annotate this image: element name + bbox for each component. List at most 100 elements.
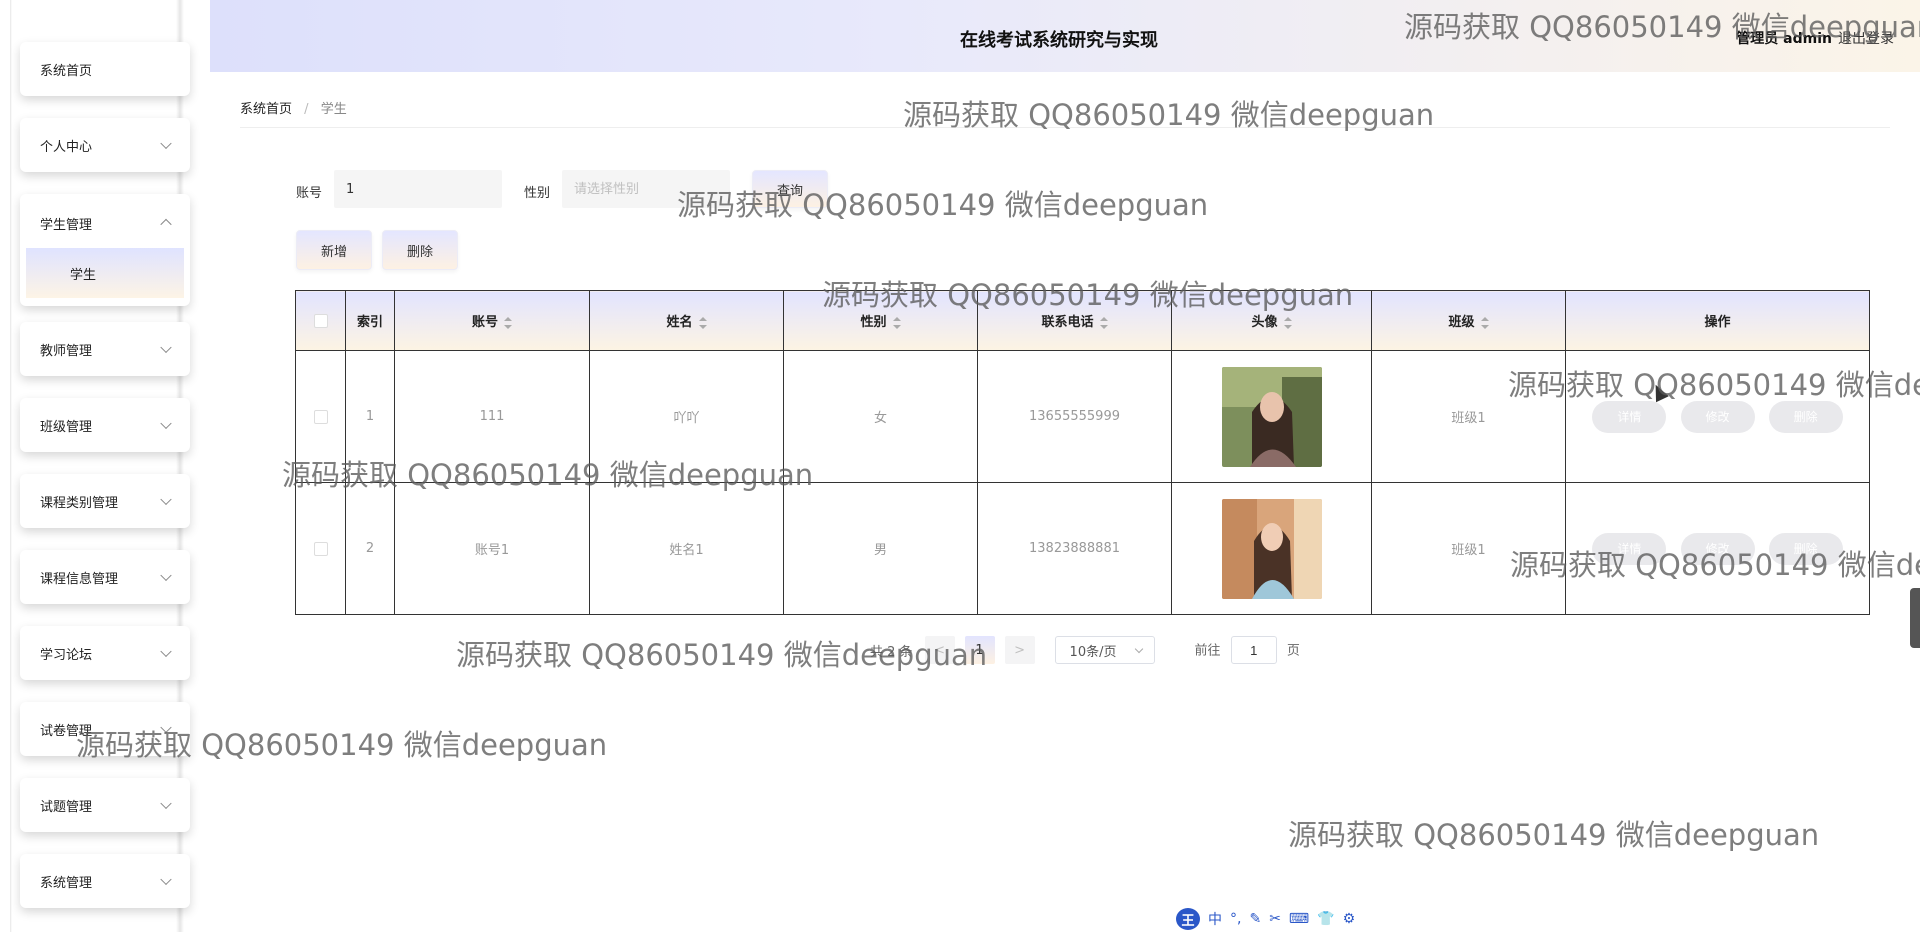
cell-ops: 详情 修改 删除	[1565, 350, 1870, 483]
account-search-input[interactable]	[334, 170, 502, 208]
students-table: 索引 账号 姓名 性别 联系电话 头像 班级 操作 1 111 吖吖 女 136…	[295, 290, 1870, 615]
breadcrumb-home[interactable]: 系统首页	[240, 102, 292, 117]
header-label: 头像	[1251, 315, 1278, 330]
column-header-class[interactable]: 班级	[1371, 290, 1566, 351]
sidebar-item-label: 试题管理	[40, 799, 93, 815]
table-row: 1 111 吖吖 女 13655555999 班级1 详情 修改 删除	[295, 350, 1870, 483]
row-delete-button[interactable]: 删除	[1768, 400, 1843, 433]
sidebar: 系统首页 个人中心 学生管理 学生 教师管理 班级管理 课程类别管理 课程信息管…	[0, 0, 210, 932]
sidebar-item-forum[interactable]: 学习论坛	[20, 626, 190, 680]
sort-icon[interactable]	[1480, 316, 1489, 329]
cell-gender: 女	[783, 350, 978, 483]
prev-page-button[interactable]: <	[924, 636, 955, 664]
goto-page-input[interactable]	[1230, 636, 1277, 664]
row-checkbox[interactable]	[313, 409, 328, 424]
chevron-down-icon	[160, 797, 172, 810]
sidebar-item-label: 教师管理	[40, 343, 93, 359]
sort-icon[interactable]	[1283, 316, 1292, 329]
avatar[interactable]	[1221, 498, 1322, 599]
ime-scissors-icon[interactable]: ✂	[1269, 911, 1281, 927]
sidebar-item-system-management[interactable]: 系统管理	[20, 854, 190, 908]
chevron-down-icon	[160, 417, 172, 430]
goto-suffix: 页	[1286, 643, 1300, 659]
sidebar-item-label: 班级管理	[40, 419, 93, 435]
column-header-index: 索引	[345, 290, 395, 351]
account-label: 账号	[296, 186, 323, 201]
sidebar-item-course-category-management[interactable]: 课程类别管理	[20, 474, 190, 528]
ime-logo-icon[interactable]: 王	[1176, 908, 1200, 930]
cell-class: 班级1	[1371, 350, 1566, 483]
column-header-account[interactable]: 账号	[394, 290, 590, 351]
goto-page: 前往 页	[1195, 636, 1300, 664]
cell-phone: 13655555999	[977, 350, 1172, 483]
select-all-cell	[295, 290, 346, 351]
page-size-select[interactable]: 10条/页	[1054, 636, 1155, 664]
sidebar-item-course-info-management[interactable]: 课程信息管理	[20, 550, 190, 604]
avatar-photo-icon	[1221, 366, 1322, 467]
header-label: 操作	[1704, 315, 1731, 330]
header-label: 联系电话	[1041, 315, 1094, 330]
cell-name: 吖吖	[589, 350, 784, 483]
ime-mode-icon[interactable]: 中	[1208, 909, 1222, 929]
chevron-down-icon	[160, 721, 172, 734]
header-label: 性别	[860, 315, 887, 330]
sidebar-item-label: 学习论坛	[40, 647, 93, 663]
breadcrumb: 系统首页 / 学生	[240, 98, 1890, 128]
chevron-down-icon	[160, 645, 172, 658]
watermark: 源码获取 QQ86050149 微信deepguan	[1288, 818, 1820, 852]
detail-button[interactable]: 详情	[1592, 532, 1667, 565]
edit-button[interactable]: 修改	[1680, 532, 1755, 565]
add-button[interactable]: 新增	[296, 230, 372, 270]
detail-button[interactable]: 详情	[1592, 400, 1667, 433]
sidebar-item-label: 试卷管理	[40, 723, 93, 739]
side-drawer-handle[interactable]	[1910, 588, 1920, 648]
avatar[interactable]	[1221, 366, 1322, 467]
column-header-avatar[interactable]: 头像	[1171, 290, 1372, 351]
edit-button[interactable]: 修改	[1680, 400, 1755, 433]
sidebar-item-question-management[interactable]: 试题管理	[20, 778, 190, 832]
sort-icon[interactable]	[504, 316, 512, 329]
sidebar-subitem-student[interactable]: 学生	[26, 248, 184, 298]
page-title: 在线考试系统研究与实现	[960, 30, 1158, 51]
row-checkbox[interactable]	[313, 541, 328, 556]
cell-ops: 详情 修改 删除	[1565, 482, 1870, 615]
ime-skin-icon[interactable]: 👕	[1317, 911, 1334, 927]
sidebar-item-home[interactable]: 系统首页	[20, 42, 190, 96]
table-row: 2 账号1 姓名1 男 13823888881 班级1 详情 修改 删除	[295, 482, 1870, 615]
next-page-button[interactable]: >	[1004, 636, 1035, 664]
sidebar-item-personal-center[interactable]: 个人中心	[20, 118, 190, 172]
header-label: 索引	[356, 315, 383, 330]
ime-settings-icon[interactable]: ⚙	[1343, 911, 1356, 927]
cell-phone: 13823888881	[977, 482, 1172, 615]
header-label: 姓名	[666, 315, 693, 330]
header-label: 账号	[471, 315, 498, 330]
ime-handwrite-icon[interactable]: ✎	[1249, 911, 1261, 927]
ime-punctuation-icon[interactable]: °,	[1230, 911, 1241, 927]
sidebar-item-class-management[interactable]: 班级管理	[20, 398, 190, 452]
ime-keyboard-icon[interactable]: ⌨	[1289, 911, 1309, 927]
sidebar-item-exam-paper-management[interactable]: 试卷管理	[20, 702, 190, 756]
delete-button[interactable]: 删除	[382, 230, 458, 270]
sort-icon[interactable]	[1099, 316, 1108, 329]
cell-account: 111	[394, 350, 590, 483]
sidebar-item-label: 学生管理	[40, 218, 93, 233]
row-select-cell	[295, 482, 346, 615]
logout-link[interactable]: 退出登录	[1838, 28, 1894, 48]
sort-icon[interactable]	[698, 316, 707, 329]
column-header-ops: 操作	[1565, 290, 1870, 351]
column-header-gender[interactable]: 性别	[783, 290, 978, 351]
column-header-phone[interactable]: 联系电话	[977, 290, 1172, 351]
current-user: 管理员 admin	[1736, 31, 1832, 47]
chevron-down-icon	[160, 493, 172, 506]
page-number[interactable]: 1	[964, 636, 995, 664]
select-all-checkbox[interactable]	[313, 313, 328, 328]
chevron-down-icon	[160, 341, 172, 354]
sidebar-item-teacher-management[interactable]: 教师管理	[20, 322, 190, 376]
gender-select[interactable]	[562, 170, 730, 208]
column-header-name[interactable]: 姓名	[589, 290, 784, 351]
query-button[interactable]: 查询	[752, 170, 828, 208]
sort-icon[interactable]	[892, 316, 901, 329]
gender-label: 性别	[524, 186, 551, 201]
row-delete-button[interactable]: 删除	[1768, 532, 1843, 565]
cell-avatar	[1171, 482, 1372, 615]
